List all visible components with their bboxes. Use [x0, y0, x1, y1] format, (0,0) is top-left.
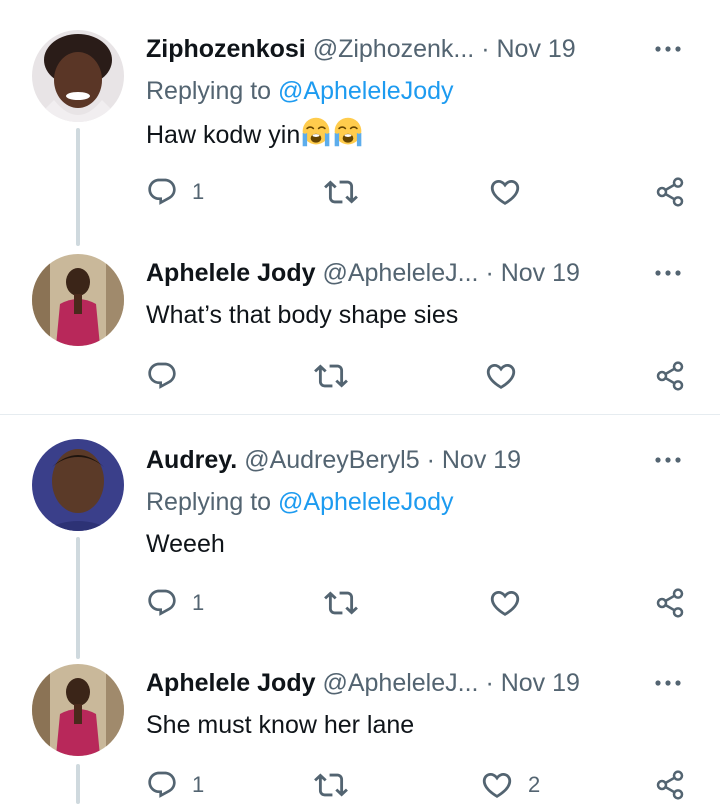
reply-count: 1	[192, 179, 205, 204]
reply-button[interactable]: 1	[146, 583, 204, 623]
tweet-date[interactable]: Nov 19	[442, 446, 521, 474]
thread-line	[76, 128, 80, 246]
more-icon[interactable]	[652, 666, 684, 700]
reply-button[interactable]: 1	[146, 765, 204, 805]
reply-icon[interactable]	[146, 360, 178, 392]
author-name[interactable]: Aphelele Jody	[146, 259, 316, 287]
more-icon[interactable]	[652, 256, 684, 290]
tweet-date[interactable]: Nov 19	[496, 35, 575, 63]
loudly-crying-face-icon	[300, 116, 332, 157]
tweet-text: She must know her lane	[146, 708, 690, 742]
author-handle[interactable]: @Ziphozenk...	[313, 35, 475, 63]
tweet-text: Haw kodw yin	[146, 116, 690, 157]
replying-prefix: Replying to	[146, 77, 279, 105]
tweet-text-content: What’s that body shape sies	[146, 301, 459, 329]
share-button[interactable]	[654, 765, 686, 805]
more-icon[interactable]	[652, 443, 684, 477]
reply-icon[interactable]	[146, 587, 178, 619]
tweet-text-content: Haw kodw yin	[146, 121, 301, 149]
retweet-icon[interactable]	[314, 359, 348, 393]
author-name[interactable]: Audrey.	[146, 446, 237, 474]
separator: ·	[485, 669, 494, 697]
tweet-header: Aphelele Jody @ApheleleJ... · Nov 19	[146, 256, 690, 290]
tweet-actions: 1 2	[146, 765, 696, 805]
more-icon[interactable]	[652, 32, 684, 66]
avatar[interactable]	[32, 254, 124, 346]
share-icon[interactable]	[654, 769, 686, 801]
replying-prefix: Replying to	[146, 488, 279, 516]
tweet-header: Ziphozenkosi @Ziphozenk... · Nov 19	[146, 32, 690, 66]
reply-count: 1	[192, 590, 205, 615]
reply-button[interactable]	[146, 356, 178, 396]
retweet-button[interactable]	[314, 765, 348, 805]
mention-link[interactable]: @ApheleleJody	[278, 77, 454, 105]
replying-to: Replying to @ApheleleJody	[146, 485, 690, 519]
thread-line	[76, 764, 80, 804]
share-icon[interactable]	[654, 176, 686, 208]
author-handle[interactable]: @AudreyBeryl5	[244, 446, 419, 474]
retweet-icon[interactable]	[314, 768, 348, 802]
tweet-header: Aphelele Jody @ApheleleJ... · Nov 19	[146, 666, 690, 700]
share-icon[interactable]	[654, 360, 686, 392]
thread-line	[76, 537, 80, 659]
retweet-icon[interactable]	[324, 175, 358, 209]
retweet-button[interactable]	[324, 583, 358, 623]
author-handle[interactable]: @ApheleleJ...	[322, 259, 478, 287]
author-handle[interactable]: @ApheleleJ...	[322, 669, 478, 697]
replying-to: Replying to @ApheleleJody	[146, 74, 690, 108]
tweet-text-content: Weeeh	[146, 530, 225, 558]
tweet-text: What’s that body shape sies	[146, 298, 690, 332]
tweet[interactable]: Aphelele Jody @ApheleleJ... · Nov 19 Wha…	[0, 250, 720, 414]
like-icon[interactable]	[488, 175, 522, 209]
avatar[interactable]	[32, 439, 124, 531]
author-name[interactable]: Ziphozenkosi	[146, 35, 306, 63]
share-button[interactable]	[654, 172, 686, 212]
tweet-text: Weeeh	[146, 527, 690, 561]
reply-button[interactable]: 1	[146, 172, 204, 212]
tweet-actions	[146, 356, 696, 396]
tweet-date[interactable]: Nov 19	[501, 259, 580, 287]
tweet[interactable]: Aphelele Jody @ApheleleJ... · Nov 19 She…	[0, 660, 720, 804]
mention-link[interactable]: @ApheleleJody	[278, 488, 454, 516]
tweet-date[interactable]: Nov 19	[501, 669, 580, 697]
like-button[interactable]	[484, 356, 518, 396]
retweet-icon[interactable]	[324, 586, 358, 620]
retweet-button[interactable]	[324, 172, 358, 212]
tweet[interactable]: Ziphozenkosi @Ziphozenk... · Nov 19 Repl…	[0, 0, 720, 250]
like-button[interactable]	[488, 583, 522, 623]
tweet-actions: 1	[146, 583, 696, 623]
loudly-crying-face-icon	[332, 116, 364, 157]
reply-icon[interactable]	[146, 769, 178, 801]
reply-icon[interactable]	[146, 176, 178, 208]
separator: ·	[426, 446, 435, 474]
like-button[interactable]	[488, 172, 522, 212]
tweet-header: Audrey. @AudreyBeryl5 · Nov 19	[146, 443, 690, 477]
author-name[interactable]: Aphelele Jody	[146, 669, 316, 697]
share-button[interactable]	[654, 356, 686, 396]
separator: ·	[481, 35, 490, 63]
tweet-text-content: She must know her lane	[146, 711, 415, 739]
avatar[interactable]	[32, 30, 124, 122]
separator: ·	[485, 259, 494, 287]
share-button[interactable]	[654, 583, 686, 623]
share-icon[interactable]	[654, 587, 686, 619]
tweet-actions: 1	[146, 172, 696, 212]
tweet[interactable]: Audrey. @AudreyBeryl5 · Nov 19 Replying …	[0, 415, 720, 660]
reply-count: 1	[192, 772, 205, 797]
like-icon[interactable]	[480, 768, 514, 802]
avatar[interactable]	[32, 664, 124, 756]
retweet-button[interactable]	[314, 356, 348, 396]
like-icon[interactable]	[488, 586, 522, 620]
like-button[interactable]: 2	[480, 765, 540, 805]
like-icon[interactable]	[484, 359, 518, 393]
like-count: 2	[528, 772, 541, 797]
